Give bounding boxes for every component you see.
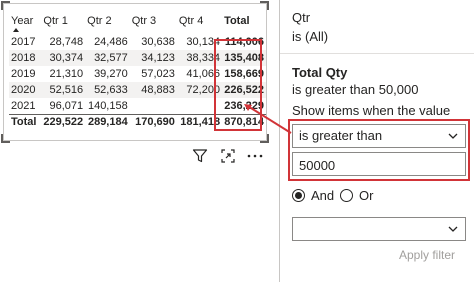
filter-pane: Qtr is (All) Total Qty is greater than 5… (279, 0, 474, 282)
matrix-visual[interactable]: Year Qtr 1 Qtr 2 Qtr 3 Qtr 4 Total 2017 … (1, 1, 269, 143)
grand-total-value: 170,690 (129, 113, 177, 130)
show-items-label: Show items when the value (292, 103, 451, 118)
sort-ascending-icon (13, 28, 19, 32)
column-header-qtr1[interactable]: Qtr 1 (41, 12, 85, 34)
cell-value: 96,071 (49, 99, 84, 112)
filter-summary: is (All) (292, 29, 329, 44)
radio-or-label: Or (359, 188, 374, 203)
resize-handle[interactable] (1, 134, 10, 143)
table-row: 2019 21,310 39,270 57,023 41,066 158,669 (9, 66, 266, 82)
grand-total-value: 229,522 (41, 113, 86, 130)
cell-value (130, 98, 177, 114)
cell-value: 30,374 (41, 50, 86, 66)
grand-total-value: 289,184 (85, 113, 130, 130)
more-options-icon[interactable] (246, 148, 264, 166)
resize-handle[interactable] (1, 1, 10, 10)
resize-handle[interactable] (260, 134, 269, 143)
cell-value: 34,123 (129, 50, 177, 66)
cell-value: 48,883 (129, 82, 177, 98)
chevron-down-icon (447, 223, 459, 235)
column-header-qtr4[interactable]: Qtr 4 (177, 12, 222, 34)
table-row: 2020 52,516 52,633 48,883 72,200 226,522 (9, 82, 266, 98)
resize-handle[interactable] (260, 1, 269, 10)
radio-or[interactable] (340, 189, 353, 202)
condition-value-input-1[interactable] (292, 152, 466, 176)
grand-total-total: 870,814 (222, 113, 266, 130)
cell-year: 2021 (11, 99, 36, 112)
table-row: 2017 28,748 24,486 30,638 30,134 114,006 (9, 34, 266, 50)
focus-mode-icon[interactable] (220, 148, 238, 166)
filter-icon[interactable] (192, 148, 210, 166)
header-label: Year (11, 15, 34, 27)
column-header-year[interactable]: Year (9, 12, 41, 34)
radio-and[interactable] (292, 189, 305, 202)
cell-value: 30,638 (141, 36, 175, 48)
cell-year: 2017 (11, 36, 36, 48)
table-row: 2018 30,374 32,577 34,123 38,334 135,408 (9, 50, 266, 66)
column-header-qtr3[interactable]: Qtr 3 (130, 12, 177, 34)
cell-total: 236,229 (224, 99, 264, 112)
radio-and-label: And (311, 188, 335, 203)
cell-total: 135,408 (222, 50, 266, 66)
apply-filter-button[interactable]: Apply filter (399, 248, 455, 262)
cell-value: 30,134 (186, 36, 221, 48)
cell-value: 39,270 (94, 68, 128, 80)
cell-value: 52,516 (41, 82, 86, 98)
cell-year: 2018 (9, 50, 42, 66)
cell-value: 21,310 (49, 68, 84, 80)
cell-total: 226,522 (222, 82, 266, 98)
cell-value: 52,633 (85, 82, 130, 98)
condition-dropdown-value: is greater than (299, 128, 383, 143)
column-header-total[interactable]: Total (222, 12, 266, 34)
cell-value: 57,023 (141, 68, 175, 80)
filter-field-name: Total Qty (292, 65, 348, 80)
cell-value (177, 98, 222, 114)
filter-field-name: Qtr (292, 10, 311, 25)
header-row: Year Qtr 1 Qtr 2 Qtr 3 Qtr 4 Total (9, 12, 266, 34)
table-row: 2021 96,071 140,158 236,229 (9, 98, 266, 114)
grand-total-value: 181,418 (176, 113, 223, 130)
grand-total-row: Total 229,522 289,184 170,690 181,418 87… (9, 113, 266, 130)
chevron-down-icon (447, 130, 459, 142)
grand-total-label: Total (9, 113, 42, 130)
cell-value: 32,577 (85, 50, 130, 66)
cell-value: 72,200 (176, 82, 223, 98)
cell-value: 38,334 (176, 50, 223, 66)
filter-summary: is greater than 50,000 (292, 82, 419, 97)
matrix-table: Year Qtr 1 Qtr 2 Qtr 3 Qtr 4 Total 2017 … (9, 12, 266, 130)
cell-total: 158,669 (224, 68, 264, 80)
cell-value: 28,748 (49, 36, 84, 48)
filter-card-qtr[interactable]: Qtr is (All) (280, 0, 474, 54)
column-header-qtr2[interactable]: Qtr 2 (85, 12, 130, 34)
condition-dropdown-2[interactable] (292, 217, 466, 241)
visual-header-icons (192, 148, 272, 166)
condition-dropdown-1[interactable]: is greater than (292, 124, 466, 148)
cell-year: 2020 (9, 82, 42, 98)
cell-value: 24,486 (94, 36, 128, 48)
cell-value: 140,158 (87, 99, 128, 112)
cell-year: 2019 (11, 68, 36, 80)
cell-total: 114,006 (224, 36, 264, 48)
cell-value: 41,066 (186, 68, 221, 80)
filter-card-total-qty: Total Qty is greater than 50,000 Show it… (280, 55, 474, 282)
